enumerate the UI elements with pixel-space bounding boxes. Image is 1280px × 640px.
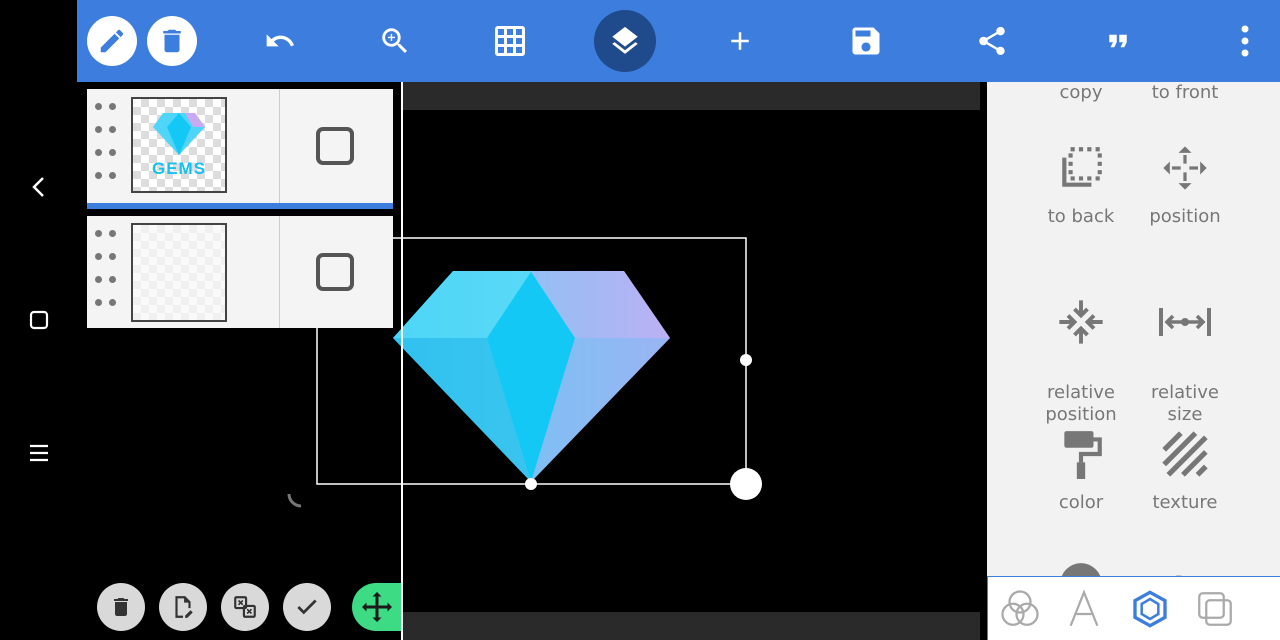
layers-icon[interactable] <box>594 10 656 72</box>
tool-copy-label: copy <box>1059 82 1103 103</box>
system-nav-bar <box>0 0 77 640</box>
quote-icon[interactable] <box>1090 13 1146 69</box>
position-arrows-icon <box>1133 138 1237 198</box>
tool-texture[interactable]: texture <box>1133 424 1237 514</box>
send-to-back-icon <box>1029 138 1133 198</box>
layer-thumbnail <box>131 223 227 322</box>
layer-divider <box>279 89 280 209</box>
tool-color[interactable]: color <box>1029 424 1133 514</box>
menu-icon[interactable] <box>20 434 58 472</box>
share-icon[interactable] <box>964 13 1020 69</box>
relative-size-icon <box>1133 292 1237 352</box>
more-vert-icon[interactable] <box>1217 13 1273 69</box>
resize-handle-bottom <box>525 478 537 490</box>
tool-copy[interactable]: copy <box>1029 82 1133 104</box>
tool-to-back-label: to back <box>1047 206 1115 227</box>
panel-divider <box>401 82 403 640</box>
text-icon[interactable] <box>1060 585 1108 633</box>
drag-handle-icon[interactable] <box>95 230 121 320</box>
layer-selected-indicator <box>87 203 393 209</box>
pencil-icon[interactable] <box>87 16 137 66</box>
home-square-icon[interactable] <box>20 301 58 339</box>
delete-icon[interactable] <box>97 583 145 631</box>
tool-relative-position-label: relative position <box>1045 382 1117 425</box>
tool-partial-1[interactable] <box>1029 554 1133 576</box>
layer-divider <box>279 216 280 328</box>
resize-handle-right <box>740 354 752 366</box>
back-icon[interactable] <box>20 168 58 206</box>
top-toolbar <box>77 0 1280 82</box>
partial-sliders-icon <box>1133 554 1237 576</box>
layer-item-2[interactable] <box>87 216 393 328</box>
undo-icon[interactable] <box>252 13 308 69</box>
layer-visibility-checkbox[interactable] <box>316 253 354 291</box>
layer-visibility-checkbox[interactable] <box>316 127 354 165</box>
tool-relative-position[interactable]: relative position <box>1029 270 1133 448</box>
layer-item-1[interactable]: GEMS <box>87 89 393 209</box>
tool-to-back[interactable]: to back <box>1029 138 1133 228</box>
resize-handle-corner <box>730 468 762 500</box>
tool-partial-2[interactable] <box>1133 554 1237 576</box>
partial-icon <box>1029 554 1133 576</box>
tool-to-front-label: to front <box>1151 82 1219 103</box>
tool-position-label: position <box>1149 206 1221 227</box>
flip-icon[interactable] <box>221 583 269 631</box>
save-icon[interactable] <box>838 13 894 69</box>
shape-icon[interactable] <box>1126 585 1174 633</box>
edit-file-icon[interactable] <box>159 583 207 631</box>
tool-relative-size[interactable]: relative size <box>1133 270 1237 448</box>
grid-icon[interactable] <box>482 13 538 69</box>
paint-roller-icon <box>1029 424 1133 484</box>
check-icon[interactable] <box>283 583 331 631</box>
trash-icon[interactable] <box>147 16 197 66</box>
diamond-image[interactable] <box>393 271 670 482</box>
tools-tab-bar <box>987 576 1280 640</box>
zoom-in-icon[interactable] <box>367 13 423 69</box>
texture-stripes-icon <box>1133 424 1237 484</box>
blend-icon[interactable] <box>996 585 1044 633</box>
plus-icon[interactable] <box>712 13 768 69</box>
move-icon[interactable] <box>352 583 402 631</box>
duplicate-icon[interactable] <box>1191 585 1239 633</box>
tools-panel: copy to front to back position relative … <box>987 82 1280 576</box>
relative-position-icon <box>1029 292 1133 352</box>
tool-color-label: color <box>1058 492 1104 513</box>
drag-handle-icon[interactable] <box>95 103 121 193</box>
rotate-handle <box>287 493 302 508</box>
tool-relative-size-label: relative size <box>1151 382 1219 425</box>
layer-thumb-text: GEMS <box>151 159 207 178</box>
tool-texture-label: texture <box>1152 492 1218 513</box>
layer-thumbnail: GEMS <box>131 97 227 193</box>
tool-position[interactable]: position <box>1133 138 1237 228</box>
tool-to-front[interactable]: to front <box>1133 82 1237 104</box>
